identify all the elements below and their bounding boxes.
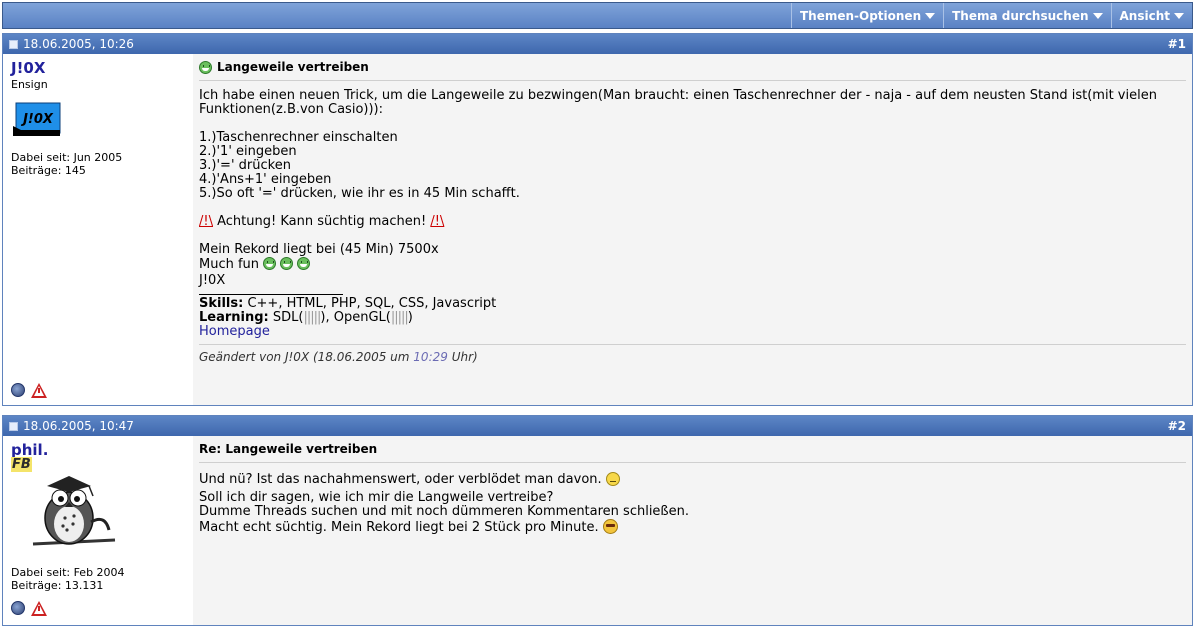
edited-time: 10:29 <box>413 350 448 364</box>
grin-smilie-icon <box>199 60 212 74</box>
post-2: 18.06.2005, 10:47 #2 phil. FB Dabei seit… <box>2 415 1193 626</box>
user-title: Ensign <box>11 78 48 91</box>
post-date: 18.06.2005, 10:47 <box>9 419 134 433</box>
user-panel: J!0X Ensign J!0X Dabei seit: Jun 2005 Be… <box>3 54 193 405</box>
chevron-down-icon <box>1174 13 1184 19</box>
post-message: Und nü? Ist das nachahmenswert, oder ver… <box>199 472 1186 535</box>
edited-note: Geändert von J!0X (18.06.2005 um 10:29 U… <box>199 344 1186 364</box>
post-title-text: Langeweile vertreiben <box>217 60 369 74</box>
chevron-down-icon <box>925 13 936 19</box>
chevron-down-icon <box>1092 13 1103 19</box>
join-date: Dabei seit: Jun 2005 <box>11 151 123 164</box>
post-1: 18.06.2005, 10:26 #1 J!0X Ensign J!0X Da… <box>2 33 1193 406</box>
post-header: 18.06.2005, 10:47 #2 <box>3 416 1192 436</box>
message-line-1: Und nü? Ist das nachahmenswert, oder ver… <box>199 472 1186 487</box>
post-title: Langeweile vertreiben <box>199 60 1186 81</box>
join-date: Dabei seit: Feb 2004 <box>11 566 125 579</box>
message-line-3: Dumme Threads suchen und mit noch dümmer… <box>199 504 689 519</box>
homepage-link[interactable]: Homepage <box>199 325 1186 339</box>
opengl-progress-bars: ||||| <box>390 310 409 325</box>
thread-options-menu[interactable]: Themen-Optionen <box>790 3 943 28</box>
post-count: Beiträge: 145 <box>11 164 86 177</box>
thread-toolbar: Themen-Optionen Thema durchsuchen Ansich… <box>2 2 1193 29</box>
online-status-icon <box>11 383 25 397</box>
warning-line: /!\ Achtung! Kann süchtig machen! /!\ <box>199 215 1186 229</box>
warning-text: Achtung! Kann süchtig machen! <box>212 214 431 229</box>
online-status-icon <box>11 601 25 615</box>
post-date-text: 18.06.2005, 10:26 <box>23 37 134 51</box>
user-icons <box>11 383 47 398</box>
thread-options-label: Themen-Optionen <box>799 8 922 23</box>
avatar[interactable]: J!0X <box>11 100 61 138</box>
grin-smilie-icon <box>297 257 311 270</box>
post-intro: Ich habe einen neuen Trick, um die Lange… <box>199 88 1157 117</box>
message-line-4-text: Macht echt süchtig. Mein Rekord liegt be… <box>199 520 599 535</box>
post-number-link[interactable]: #1 <box>1168 37 1186 51</box>
learning-opengl: ), OpenGL( <box>320 310 391 325</box>
signature-skills: Skills: C++, HTML, PHP, SQL, CSS, Javasc… <box>199 297 1186 311</box>
thread-menus: Themen-Optionen Thema durchsuchen Ansich… <box>790 3 1192 28</box>
grin-smilie-icon <box>280 257 294 270</box>
message-line-2: Soll ich dir sagen, wie ich mir die Lang… <box>199 490 554 505</box>
search-thread-menu[interactable]: Thema durchsuchen <box>943 3 1110 28</box>
search-thread-label: Thema durchsuchen <box>952 8 1089 23</box>
report-post-icon[interactable] <box>31 383 47 398</box>
grin-smilie-icon <box>263 257 277 270</box>
usertitle-badge: FB <box>11 457 185 472</box>
much-fun-line: Much fun <box>199 257 1186 272</box>
confused-smilie-icon <box>605 472 620 486</box>
post-content: Langeweile vertreiben Ich habe einen neu… <box>193 54 1192 405</box>
step-4: 4.)'Ans+1' eingeben <box>199 172 332 187</box>
skills-label: Skills: <box>199 296 244 311</box>
post-header: 18.06.2005, 10:26 #1 <box>3 34 1192 54</box>
owl-avatar-image <box>32 476 116 546</box>
post-count: Beiträge: 13.131 <box>11 579 104 592</box>
step-5: 5.)So oft '=' drücken, wie ihr es in 45 … <box>199 186 520 201</box>
post-date-text: 18.06.2005, 10:47 <box>23 419 134 433</box>
learning-sdl: SDL( <box>268 310 304 325</box>
username-link[interactable]: J!0X <box>11 59 185 77</box>
edited-suffix: Uhr) <box>447 350 478 364</box>
cool-smilie-icon <box>602 519 618 534</box>
edited-prefix: Geändert von J!0X (18.06.2005 um <box>199 350 414 364</box>
report-post-icon[interactable] <box>31 601 47 616</box>
post-icon <box>9 39 18 49</box>
post-icon <box>9 421 18 431</box>
step-1: 1.)Taschenrechner einschalten <box>199 130 398 145</box>
post-content: Re: Langeweile vertreiben Und nü? Ist da… <box>193 436 1192 625</box>
view-menu[interactable]: Ansicht <box>1110 3 1192 28</box>
post-title-text: Re: Langeweile vertreiben <box>199 442 378 456</box>
signature-divider <box>199 294 343 295</box>
message-line-4: Macht echt süchtig. Mein Rekord liegt be… <box>199 519 1186 535</box>
post-body: J!0X Ensign J!0X Dabei seit: Jun 2005 Be… <box>3 54 1192 405</box>
post-body: phil. FB Dabei seit: Feb 2004 Beiträge: … <box>3 436 1192 625</box>
warning-icon: /!\ <box>430 214 445 229</box>
avatar[interactable] <box>29 474 119 554</box>
user-panel: phil. FB Dabei seit: Feb 2004 Beiträge: … <box>3 436 193 625</box>
post-date: 18.06.2005, 10:26 <box>9 37 134 51</box>
signature-learning: Learning: SDL(|||||), OpenGL(|||||) <box>199 311 1186 325</box>
signoff: J!0X <box>199 273 226 288</box>
skills-text: C++, HTML, PHP, SQL, CSS, Javascript <box>243 296 497 311</box>
learning-label: Learning: <box>199 310 269 325</box>
message-line-1-text: Und nü? Ist das nachahmenswert, oder ver… <box>199 472 602 487</box>
view-label: Ansicht <box>1119 8 1170 23</box>
post-number-link[interactable]: #2 <box>1168 419 1186 433</box>
step-3: 3.)'=' drücken <box>199 158 291 173</box>
avatar-image: J!0X <box>11 100 61 138</box>
post-message: Ich habe einen neuen Trick, um die Lange… <box>199 89 1186 364</box>
step-2: 2.)'1' eingeben <box>199 144 297 159</box>
avatar-text: J!0X <box>20 112 54 127</box>
user-icons <box>11 601 47 616</box>
post-title: Re: Langeweile vertreiben <box>199 442 1186 463</box>
learning-close: ) <box>407 310 413 325</box>
record-line: Mein Rekord liegt bei (45 Min) 7500x <box>199 242 439 257</box>
much-fun-text: Much fun <box>199 257 260 272</box>
usertitle-badge-text: FB <box>11 457 32 472</box>
warning-icon: /!\ <box>199 214 213 229</box>
sdl-progress-bars: ||||| <box>303 310 321 325</box>
